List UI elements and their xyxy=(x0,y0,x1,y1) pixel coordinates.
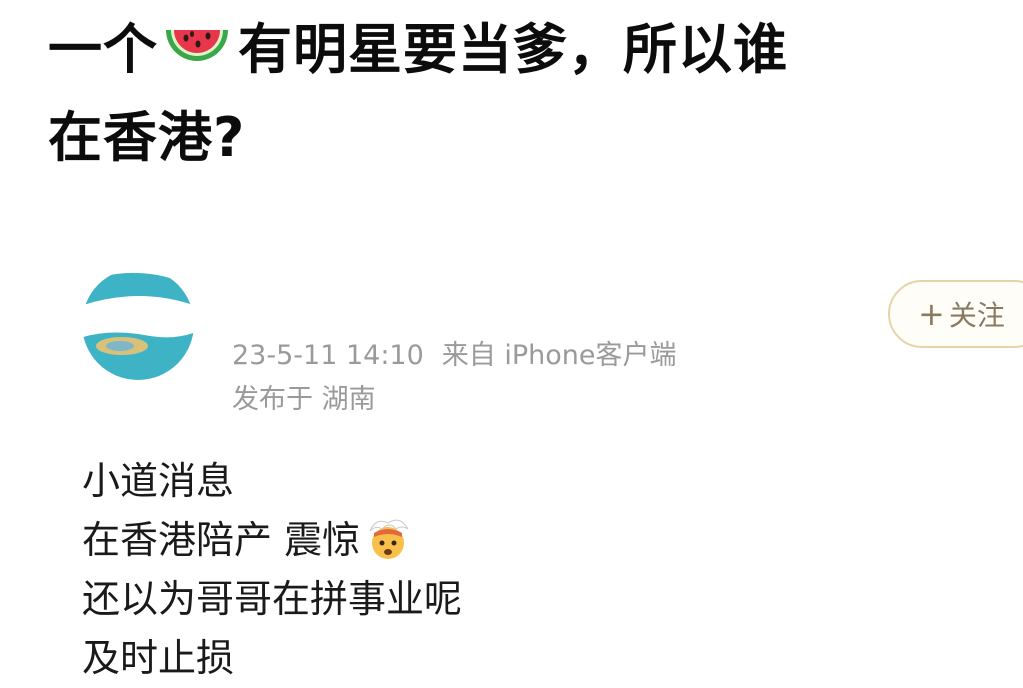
user-avatar[interactable] xyxy=(80,266,196,382)
plus-icon: + xyxy=(918,295,945,333)
content-line-2-text: 在香港陪产 震惊 xyxy=(82,518,361,562)
content-line-4: 及时止损 xyxy=(82,636,235,680)
post-content: 小道消息 在香港陪产 震惊 还以为哥哥在拼事业呢 及时止损 xyxy=(82,452,462,688)
post-location: 发布于 湖南 xyxy=(232,384,376,415)
follow-label: 关注 xyxy=(948,299,1005,332)
post-time-source: 23-5-11 14:10 来自 iPhone客户端 xyxy=(232,334,677,378)
watermelon-icon xyxy=(166,30,228,61)
title-line-2: 在香港? xyxy=(48,106,246,169)
post-timestamp: 23-5-11 14:10 xyxy=(232,340,424,371)
post-meta: 23-5-11 14:10 来自 iPhone客户端 发布于 湖南 xyxy=(232,334,677,422)
title-suffix: 有明星要当爹，所以谁 xyxy=(238,18,788,81)
weibo-post: 23-5-11 14:10 来自 iPhone客户端 发布于 湖南 + 关注 小道… xyxy=(0,250,1023,683)
title-line-1: 一个 有明星要当爹，所以谁 xyxy=(48,6,1018,94)
title-prefix: 一个 xyxy=(48,18,158,81)
exploding-head-icon xyxy=(369,519,409,559)
content-line-1: 小道消息 xyxy=(82,459,235,503)
content-line-2: 在香港陪产 震惊 xyxy=(82,511,462,570)
follow-button[interactable]: + 关注 xyxy=(888,280,1023,348)
post-source: 来自 iPhone客户端 xyxy=(441,340,677,371)
content-line-3: 还以为哥哥在拼事业呢 xyxy=(82,577,463,621)
post-title: 一个 有明星要当爹，所以谁 在香港? xyxy=(48,6,1018,182)
